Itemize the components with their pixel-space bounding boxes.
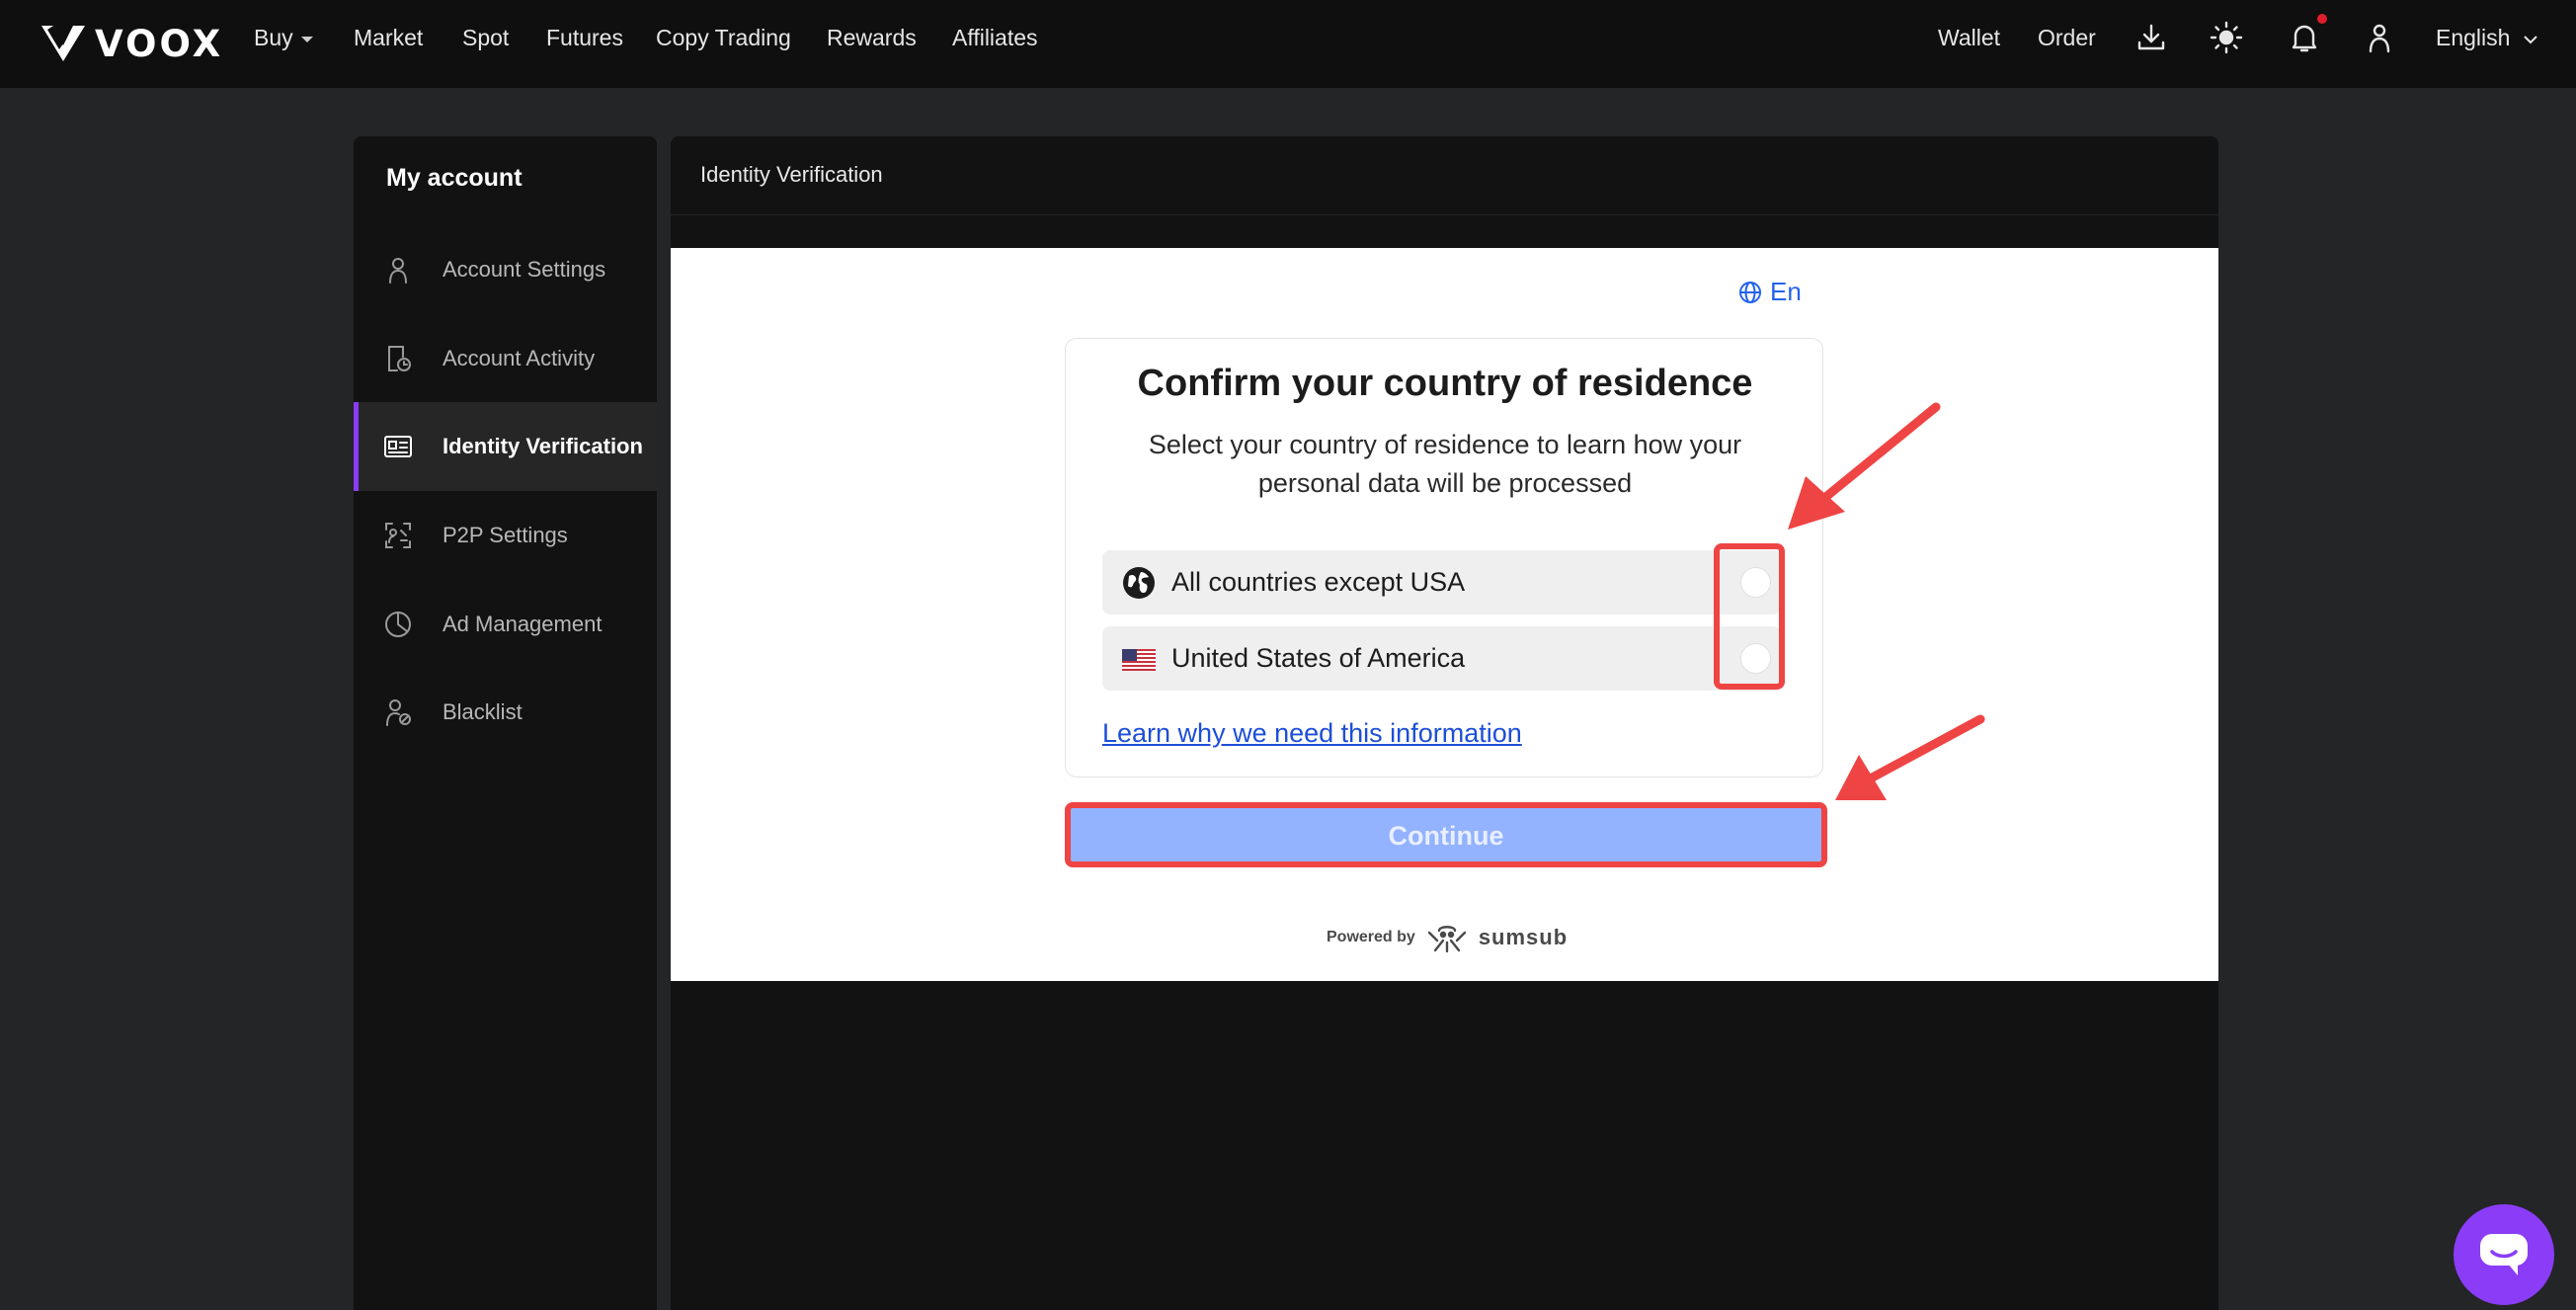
support-chat-button[interactable] bbox=[2454, 1204, 2554, 1305]
sidebar-item-label: Account Activity bbox=[443, 346, 596, 370]
sidebar-title: My account bbox=[386, 164, 523, 192]
annotation-arrow-icon bbox=[1835, 714, 1985, 800]
widget-language-label: En bbox=[1770, 277, 1802, 306]
nav-buy-label: Buy bbox=[254, 25, 293, 50]
country-card: Confirm your country of residence Select… bbox=[1065, 338, 1823, 778]
card-subtitle: Select your country of residence to lear… bbox=[1148, 430, 1742, 498]
brand-name: VOOX bbox=[95, 22, 224, 65]
widget-language-switch[interactable]: En bbox=[1738, 277, 1802, 307]
radio-highlight-box bbox=[1714, 543, 1785, 690]
chat-icon bbox=[2480, 1234, 2528, 1275]
language-label: English bbox=[2436, 25, 2511, 50]
pie-chart-icon bbox=[385, 612, 411, 637]
annotation-arrow-icon bbox=[1788, 402, 1941, 530]
id-card-icon bbox=[384, 436, 412, 457]
sidebar-item-label: Ad Management bbox=[443, 612, 603, 636]
powered-by-label: Powered by bbox=[1327, 929, 1415, 945]
option-all-countries-except-usa[interactable]: All countries except USA bbox=[1102, 550, 1781, 614]
nav-market[interactable]: Market bbox=[354, 22, 423, 53]
blacklist-icon bbox=[386, 699, 411, 726]
nav-futures[interactable]: Futures bbox=[546, 22, 623, 53]
us-flag-icon bbox=[1122, 649, 1156, 671]
bell-icon[interactable] bbox=[2288, 21, 2321, 54]
caret-down-icon bbox=[300, 36, 313, 42]
sidebar-item-account-activity[interactable]: Account Activity bbox=[354, 314, 657, 403]
world-globe-icon bbox=[1123, 567, 1155, 599]
nav-copy-trading[interactable]: Copy Trading bbox=[656, 22, 791, 53]
sidebar-item-ad-management[interactable]: Ad Management bbox=[354, 580, 657, 669]
globe-icon bbox=[1739, 281, 1761, 303]
sidebar-item-blacklist[interactable]: Blacklist bbox=[354, 668, 657, 757]
sidebar-item-label: Blacklist bbox=[443, 699, 523, 724]
sidebar-item-identity-verification[interactable]: Identity Verification bbox=[354, 402, 657, 491]
language-selector[interactable]: English bbox=[2436, 22, 2538, 53]
theme-sun-icon[interactable] bbox=[2210, 21, 2243, 54]
brand-logo[interactable]: VOOX bbox=[40, 18, 223, 69]
learn-why-link[interactable]: Learn why we need this information bbox=[1102, 718, 1522, 749]
download-icon[interactable] bbox=[2134, 21, 2168, 54]
option-united-states[interactable]: United States of America bbox=[1102, 626, 1781, 691]
activity-icon bbox=[388, 346, 411, 371]
sidebar-item-p2p-settings[interactable]: P2P Settings bbox=[354, 491, 657, 580]
top-navbar: VOOX Buy Market Spot Futures Copy Tradin… bbox=[0, 0, 2576, 88]
notification-dot bbox=[2317, 14, 2327, 24]
panel-header: Identity Verification bbox=[671, 136, 2218, 215]
person-icon bbox=[389, 258, 407, 284]
user-icon[interactable] bbox=[2363, 21, 2396, 54]
provider-name: sumsub bbox=[1478, 925, 1569, 949]
continue-highlight-box bbox=[1065, 802, 1827, 867]
sidebar-item-label: Account Settings bbox=[443, 257, 606, 282]
nav-spot[interactable]: Spot bbox=[462, 22, 509, 53]
nav-affiliates[interactable]: Affiliates bbox=[952, 22, 1038, 53]
p2p-icon bbox=[385, 523, 411, 548]
option-label: All countries except USA bbox=[1171, 567, 1466, 597]
nav-rewards[interactable]: Rewards bbox=[827, 22, 917, 53]
sidebar-item-label: Identity Verification bbox=[443, 434, 643, 458]
sidebar-item-account-settings[interactable]: Account Settings bbox=[354, 225, 657, 314]
nav-buy[interactable]: Buy bbox=[254, 22, 313, 53]
page-title: Identity Verification bbox=[700, 162, 883, 187]
sumsub-logo-icon bbox=[1427, 926, 1467, 953]
nav-wallet[interactable]: Wallet bbox=[1938, 22, 2000, 53]
nav-order[interactable]: Order bbox=[2038, 22, 2096, 53]
card-title: Confirm your country of residence bbox=[1137, 363, 1753, 404]
voox-logo-icon bbox=[41, 26, 85, 61]
chevron-down-icon bbox=[2524, 36, 2537, 44]
option-label: United States of America bbox=[1171, 643, 1466, 673]
sidebar-item-label: P2P Settings bbox=[443, 523, 568, 547]
powered-by-sumsub: Powered by sumsub bbox=[1327, 921, 1568, 954]
